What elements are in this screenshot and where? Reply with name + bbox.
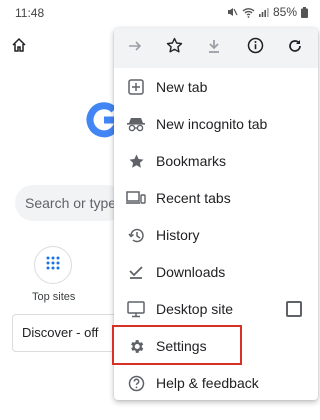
top-sites-button[interactable] [34,246,72,284]
mute-icon [226,6,238,18]
wifi-icon [242,7,255,18]
menu-item-label: Recent tabs [156,190,231,206]
new-tab-icon [126,77,146,97]
menu-item-help-feedback[interactable]: Help & feedback [114,365,318,402]
help-icon [126,373,146,393]
forward-button[interactable] [124,37,146,59]
status-bar: 11:48 85% [0,0,320,26]
menu-item-label: New tab [156,79,208,95]
menu-item-bookmarks[interactable]: Bookmarks [114,143,318,180]
status-time: 11:48 [15,6,45,20]
page-info-button[interactable] [244,37,266,59]
menu-item-downloads[interactable]: Downloads [114,254,318,291]
menu-item-label: History [156,227,200,243]
star-filled-icon [126,151,146,171]
download-button[interactable] [203,37,225,59]
refresh-icon [287,38,303,59]
arrow-forward-icon [127,38,143,59]
status-icons: 85% [226,5,308,19]
grid-icon [46,256,60,275]
battery-icon [301,6,308,18]
menu-item-new-tab[interactable]: New tab [114,69,318,106]
search-placeholder: Search or type [25,195,117,211]
home-icon [11,37,27,58]
menu-item-desktop-site[interactable]: Desktop site [114,291,318,328]
download-done-icon [126,262,146,282]
incognito-icon [126,114,146,134]
history-icon [126,225,146,245]
reload-button[interactable] [284,37,306,59]
menu-item-label: Downloads [156,264,226,280]
discover-toggle[interactable]: Discover - off [12,314,124,352]
top-sites-label: Top sites [32,291,76,303]
menu-item-label: Desktop site [156,301,234,317]
menu-item-new-incognito-tab[interactable]: New incognito tab [114,106,318,143]
desktop-icon [126,299,146,319]
menu-item-label: New incognito tab [156,116,268,132]
star-outline-icon [166,37,183,59]
discover-label: Discover - off [22,325,99,340]
home-button[interactable] [8,36,30,58]
signal-icon [258,7,269,17]
desktop-site-checkbox[interactable] [286,301,302,317]
menu-action-bar [114,28,318,68]
menu-item-label: Help & feedback [156,375,259,391]
settings-highlight-box [112,325,242,365]
menu-item-label: Bookmarks [156,153,227,169]
battery-percent: 85% [272,5,297,19]
bookmark-button[interactable] [163,37,185,59]
devices-icon [126,188,146,208]
info-icon [247,37,264,59]
search-box[interactable]: Search or type [15,185,125,221]
menu-item-recent-tabs[interactable]: Recent tabs [114,180,318,217]
menu-item-history[interactable]: History [114,217,318,254]
download-icon [206,38,222,59]
